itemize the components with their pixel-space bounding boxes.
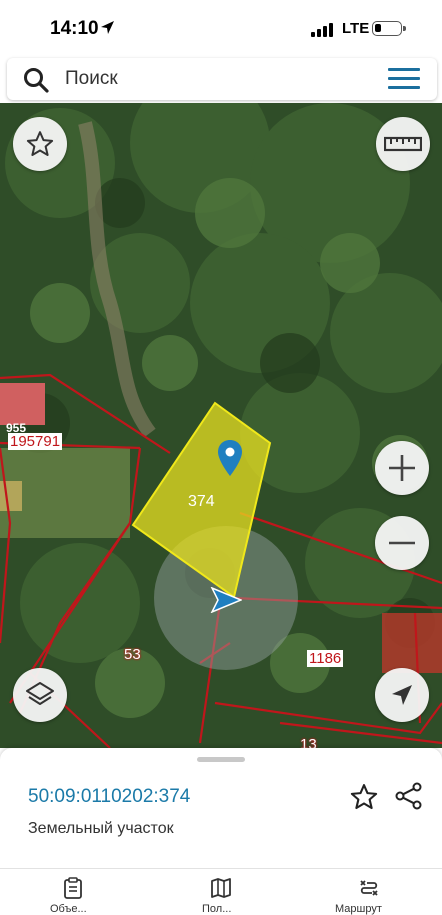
parcel-label-195791: 195791 bbox=[8, 433, 63, 450]
parcel-label-1186: 1186 bbox=[307, 650, 344, 667]
star-icon[interactable] bbox=[349, 782, 379, 812]
search-input[interactable]: Поиск bbox=[65, 68, 118, 90]
nav-label-map: Пол... bbox=[202, 903, 232, 915]
network-type: LTE bbox=[342, 20, 370, 37]
status-time: 14:10 bbox=[50, 18, 99, 39]
my-location-button[interactable] bbox=[375, 668, 429, 722]
clipboard-icon bbox=[64, 877, 82, 899]
bottom-nav: Объе... Пол... Маршрут bbox=[0, 868, 442, 915]
menu-icon[interactable] bbox=[388, 68, 420, 90]
ruler-icon bbox=[384, 136, 422, 152]
search-icon[interactable] bbox=[23, 67, 49, 93]
satellite-imagery bbox=[0, 103, 442, 748]
layers-icon bbox=[26, 682, 54, 705]
share-icon[interactable] bbox=[394, 781, 424, 811]
status-bar: 14:10 LTE bbox=[0, 0, 442, 58]
nav-label-route: Маршрут bbox=[335, 903, 382, 915]
signal-icon bbox=[311, 23, 333, 37]
ruler-button[interactable] bbox=[376, 117, 430, 171]
map-view[interactable]: 955 195791 374 53 1186 13 bbox=[0, 103, 442, 748]
parcel-info-card[interactable]: 50:09:0110202:374 Земельный участок bbox=[0, 748, 442, 868]
object-type: Земельный участок bbox=[28, 820, 174, 837]
navigation-arrow-icon bbox=[392, 685, 412, 705]
route-icon bbox=[360, 880, 378, 896]
search-bar[interactable]: Поиск bbox=[7, 58, 437, 100]
location-arrow-icon bbox=[101, 21, 114, 34]
star-icon bbox=[26, 131, 54, 156]
battery-icon bbox=[372, 21, 406, 36]
zoom-out-button[interactable] bbox=[375, 516, 429, 570]
drag-handle[interactable] bbox=[197, 757, 245, 762]
parcel-label-53: 53 bbox=[124, 646, 141, 663]
zoom-in-icon bbox=[389, 455, 415, 481]
parcel-label-13: 13 bbox=[300, 736, 317, 748]
zoom-out-icon bbox=[389, 541, 415, 545]
nav-label-objects: Объе... bbox=[50, 903, 87, 915]
favorite-button[interactable] bbox=[13, 117, 67, 171]
layers-button[interactable] bbox=[13, 668, 67, 722]
map-pin-icon[interactable] bbox=[217, 439, 243, 477]
map-icon bbox=[211, 878, 231, 898]
user-location-icon bbox=[210, 587, 242, 613]
parcel-label-374: 374 bbox=[188, 493, 215, 510]
cadastral-number[interactable]: 50:09:0110202:374 bbox=[28, 786, 190, 808]
zoom-in-button[interactable] bbox=[375, 441, 429, 495]
